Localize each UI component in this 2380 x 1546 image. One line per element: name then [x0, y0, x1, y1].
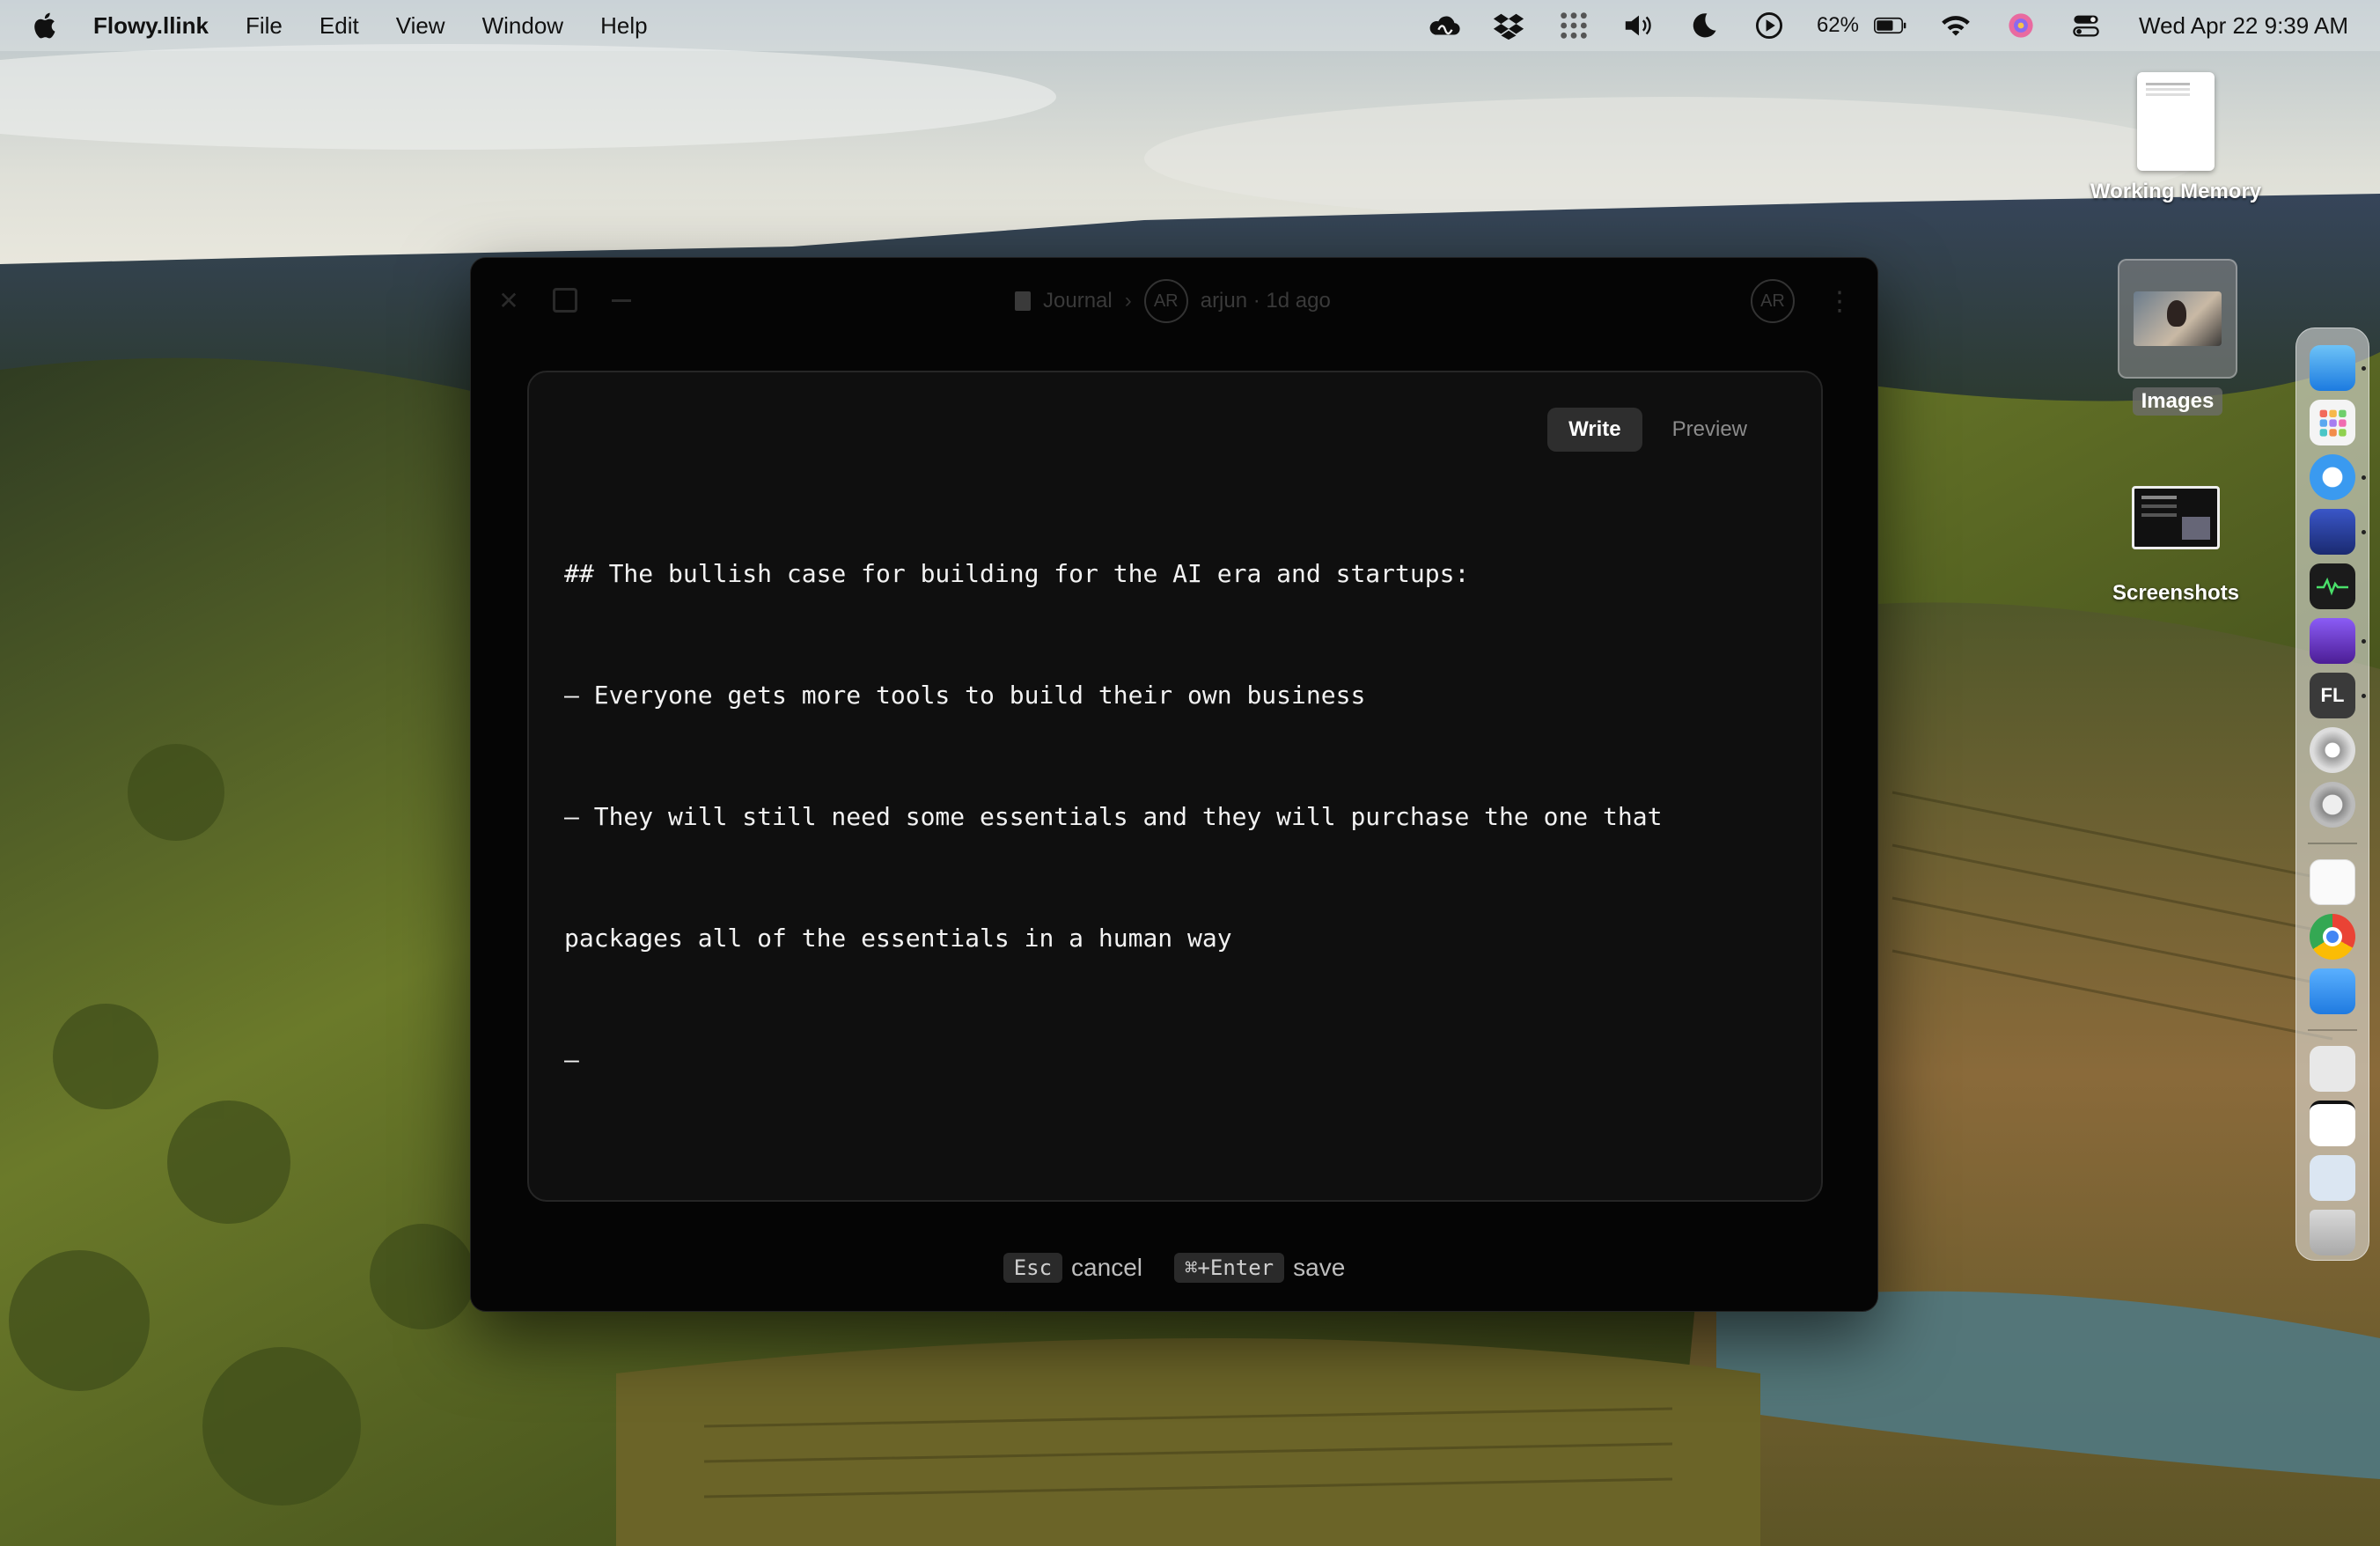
chevron-right-icon: ›	[1124, 289, 1132, 313]
breadcrumb-notebook[interactable]: Journal	[1043, 289, 1113, 313]
battery-icon[interactable]	[1873, 10, 1908, 41]
menu-help[interactable]: Help	[600, 12, 647, 40]
desktop-item-label: Screenshots	[2112, 581, 2240, 605]
menu-file[interactable]: File	[246, 12, 283, 40]
breadcrumb: Journal › AR arjun · 1d ago	[1015, 279, 1331, 323]
markdown-editor[interactable]: ## The bullish case for building for the…	[564, 473, 1779, 1161]
dock-disk-utility-icon[interactable]	[2310, 727, 2355, 773]
menu-view[interactable]: View	[396, 12, 445, 40]
more-options-icon[interactable]: ⋮	[1826, 286, 1853, 317]
dock-safari-icon[interactable]	[2310, 454, 2366, 500]
editor-line: ## The bullish case for building for the…	[564, 559, 1470, 588]
dock-document-icon[interactable]	[2310, 1101, 2355, 1146]
desktop-item-screenshots[interactable]: Screenshots	[2088, 486, 2264, 606]
dock-file-icon[interactable]	[2310, 1155, 2355, 1201]
dock-finder-icon[interactable]	[2310, 345, 2366, 391]
breadcrumb-meta: arjun · 1d ago	[1200, 289, 1331, 313]
dock-preview-icon[interactable]	[2310, 1046, 2355, 1092]
save-button[interactable]: save	[1293, 1254, 1345, 1282]
wifi-icon[interactable]	[1938, 10, 1973, 41]
cancel-key: Esc	[1003, 1253, 1063, 1283]
user-avatar[interactable]: AR	[1751, 279, 1795, 323]
minimize-icon[interactable]	[608, 287, 635, 313]
volume-icon[interactable]	[1621, 10, 1656, 41]
dock-notes-icon[interactable]	[2310, 859, 2355, 905]
app-name-menu[interactable]: Flowy.llink	[93, 12, 209, 40]
creative-cloud-icon[interactable]	[1426, 10, 1461, 41]
editor-window: ✕ Journal › AR arjun · 1d ago AR ⋮ Write…	[470, 257, 1878, 1312]
status-area: 62% Wed Apr 22 9:39 AM	[1426, 10, 2348, 41]
menu-window[interactable]: Window	[482, 12, 563, 40]
dock-obsidian-icon[interactable]	[2310, 618, 2366, 664]
dock-icloud-icon[interactable]	[2310, 968, 2355, 1014]
editor-line: –	[564, 1045, 579, 1074]
battery-percent: 62%	[1816, 13, 1859, 37]
notebook-icon	[1015, 291, 1031, 311]
desktop-item-label: Images	[2132, 387, 2223, 416]
dock-launchpad-icon[interactable]	[2310, 400, 2355, 445]
desktop-item-working-memory[interactable]: Working Memory	[2079, 72, 2273, 204]
dock-activity-monitor-icon[interactable]	[2310, 563, 2355, 609]
close-icon[interactable]: ✕	[496, 287, 522, 314]
editor-line: packages all of the essentials in a huma…	[564, 924, 1232, 953]
apple-menu-icon[interactable]	[32, 11, 58, 40]
document-icon	[2137, 72, 2215, 171]
dock-system-settings-icon[interactable]	[2310, 782, 2355, 828]
desktop-item-label: Working Memory	[2090, 180, 2262, 203]
cancel-button[interactable]: cancel	[1071, 1254, 1142, 1282]
desktop-item-images[interactable]: Images	[2116, 259, 2239, 416]
dock-app-blue-icon[interactable]	[2310, 509, 2366, 555]
grid-dots-icon[interactable]	[1556, 10, 1591, 41]
author-avatar: AR	[1143, 279, 1188, 323]
editor-line: – They will still need some essentials a…	[564, 802, 1663, 831]
titlebar-actions: AR ⋮	[1751, 279, 1853, 323]
write-tab[interactable]: Write	[1547, 408, 1642, 452]
dropbox-icon[interactable]	[1491, 10, 1526, 41]
dock-fl-studio-icon[interactable]: FL	[2310, 673, 2366, 718]
dock-separator	[2308, 1029, 2357, 1031]
menubar-clock[interactable]: Wed Apr 22 9:39 AM	[2139, 12, 2348, 40]
play-circle-icon[interactable]	[1752, 10, 1787, 41]
dock-separator	[2308, 843, 2357, 844]
dock-trash-icon[interactable]	[2310, 1210, 2355, 1255]
moon-icon[interactable]	[1686, 10, 1722, 41]
menu-bar: Flowy.llink File Edit View Window Help 6…	[0, 0, 2380, 51]
save-key: ⌘+Enter	[1173, 1253, 1285, 1283]
menu-edit[interactable]: Edit	[320, 12, 359, 40]
editor-line: – Everyone gets more tools to build thei…	[564, 681, 1366, 710]
folder-preview-icon	[2118, 259, 2237, 379]
control-center-icon[interactable]	[2068, 10, 2104, 41]
dock-chrome-icon[interactable]	[2310, 914, 2355, 960]
maximize-icon[interactable]	[552, 287, 578, 313]
preview-tab[interactable]: Preview	[1651, 408, 1768, 452]
folder-preview-icon	[2132, 486, 2220, 549]
siri-icon[interactable]	[2003, 10, 2038, 41]
keyboard-hints: Esc cancel ⌘+Enter save	[471, 1253, 1877, 1283]
mode-toggle: Write Preview	[1547, 408, 1768, 452]
editor-card: Write Preview ## The bullish case for bu…	[527, 371, 1823, 1202]
dock: FL	[2296, 328, 2369, 1261]
